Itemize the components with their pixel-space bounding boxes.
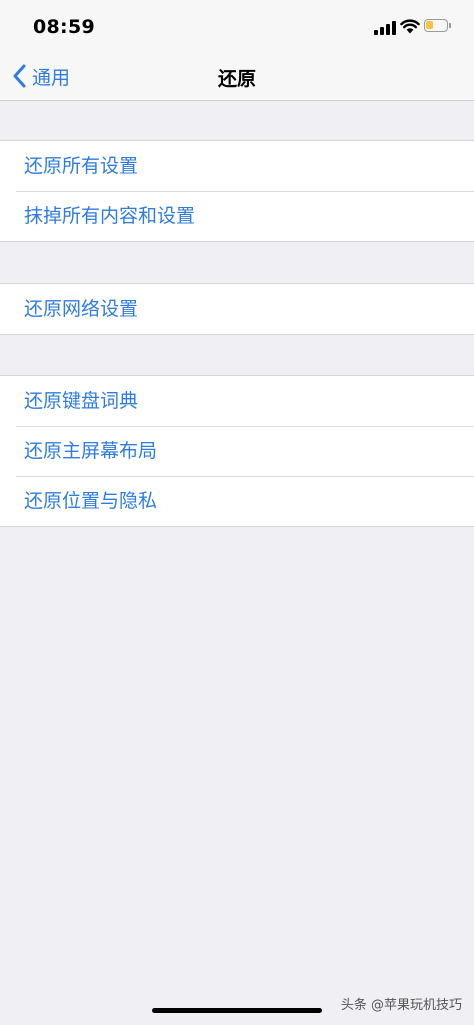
page-title: 还原 <box>217 68 256 90</box>
reset-home-screen-layout-item[interactable]: 还原主屏幕布局 <box>0 426 474 476</box>
navigation-bar: 通用 还原 <box>0 52 474 101</box>
wifi-icon <box>400 19 420 34</box>
settings-group-other: 还原键盘词典 还原主屏幕布局 还原位置与隐私 <box>0 375 474 527</box>
reset-all-settings-item[interactable]: 还原所有设置 <box>0 141 474 191</box>
settings-group-reset-all: 还原所有设置 抹掉所有内容和设置 <box>0 140 474 242</box>
cellular-signal-icon <box>374 21 396 35</box>
settings-group-network: 还原网络设置 <box>0 283 474 335</box>
reset-keyboard-dictionary-item[interactable]: 还原键盘词典 <box>0 376 474 426</box>
status-bar: 08:59 <box>0 0 474 52</box>
erase-all-content-item[interactable]: 抹掉所有内容和设置 <box>0 191 474 241</box>
status-time: 08:59 <box>33 16 95 38</box>
home-indicator[interactable] <box>152 1008 322 1013</box>
battery-icon <box>424 19 451 32</box>
watermark-text: 头条 @苹果玩机技巧 <box>340 998 462 1013</box>
watermark: 头条 @苹果玩机技巧 <box>341 994 462 1013</box>
reset-network-settings-item[interactable]: 还原网络设置 <box>0 284 474 334</box>
battery-level <box>426 21 433 29</box>
reset-location-privacy-item[interactable]: 还原位置与隐私 <box>0 476 474 526</box>
